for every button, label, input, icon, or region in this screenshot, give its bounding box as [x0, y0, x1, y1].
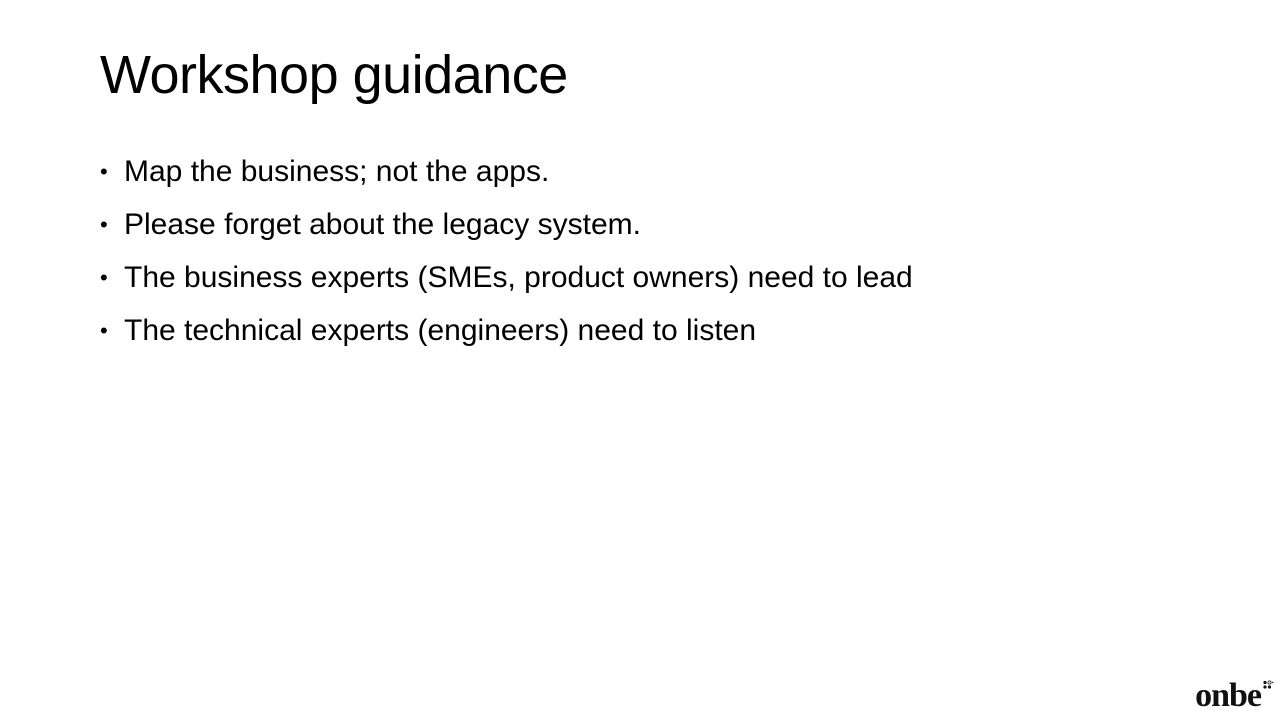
bullet-item: • The technical experts (engineers) need…: [100, 307, 913, 360]
logo-wordmark: onbe: [1195, 677, 1262, 714]
bullet-icon: •: [100, 265, 108, 290]
bullet-icon: •: [100, 212, 108, 237]
onbe-dots-icon: [1263, 680, 1274, 689]
bullet-item: • The business experts (SMEs, product ow…: [100, 254, 913, 307]
bullet-item: • Map the business; not the apps.: [100, 148, 913, 201]
slide-title: Workshop guidance: [100, 45, 568, 105]
bullet-text: The technical experts (engineers) need t…: [124, 314, 757, 347]
company-logo: onbe: [1195, 676, 1274, 716]
bullet-icon: •: [100, 159, 108, 184]
bullet-text: The business experts (SMEs, product owne…: [124, 261, 913, 294]
bullet-text: Map the business; not the apps.: [124, 155, 550, 188]
bullet-list: • Map the business; not the apps. • Plea…: [100, 148, 913, 360]
bullet-icon: •: [100, 318, 108, 343]
bullet-text: Please forget about the legacy system.: [124, 208, 641, 241]
bullet-item: • Please forget about the legacy system.: [100, 201, 913, 254]
slide: Workshop guidance • Map the business; no…: [0, 0, 1280, 720]
